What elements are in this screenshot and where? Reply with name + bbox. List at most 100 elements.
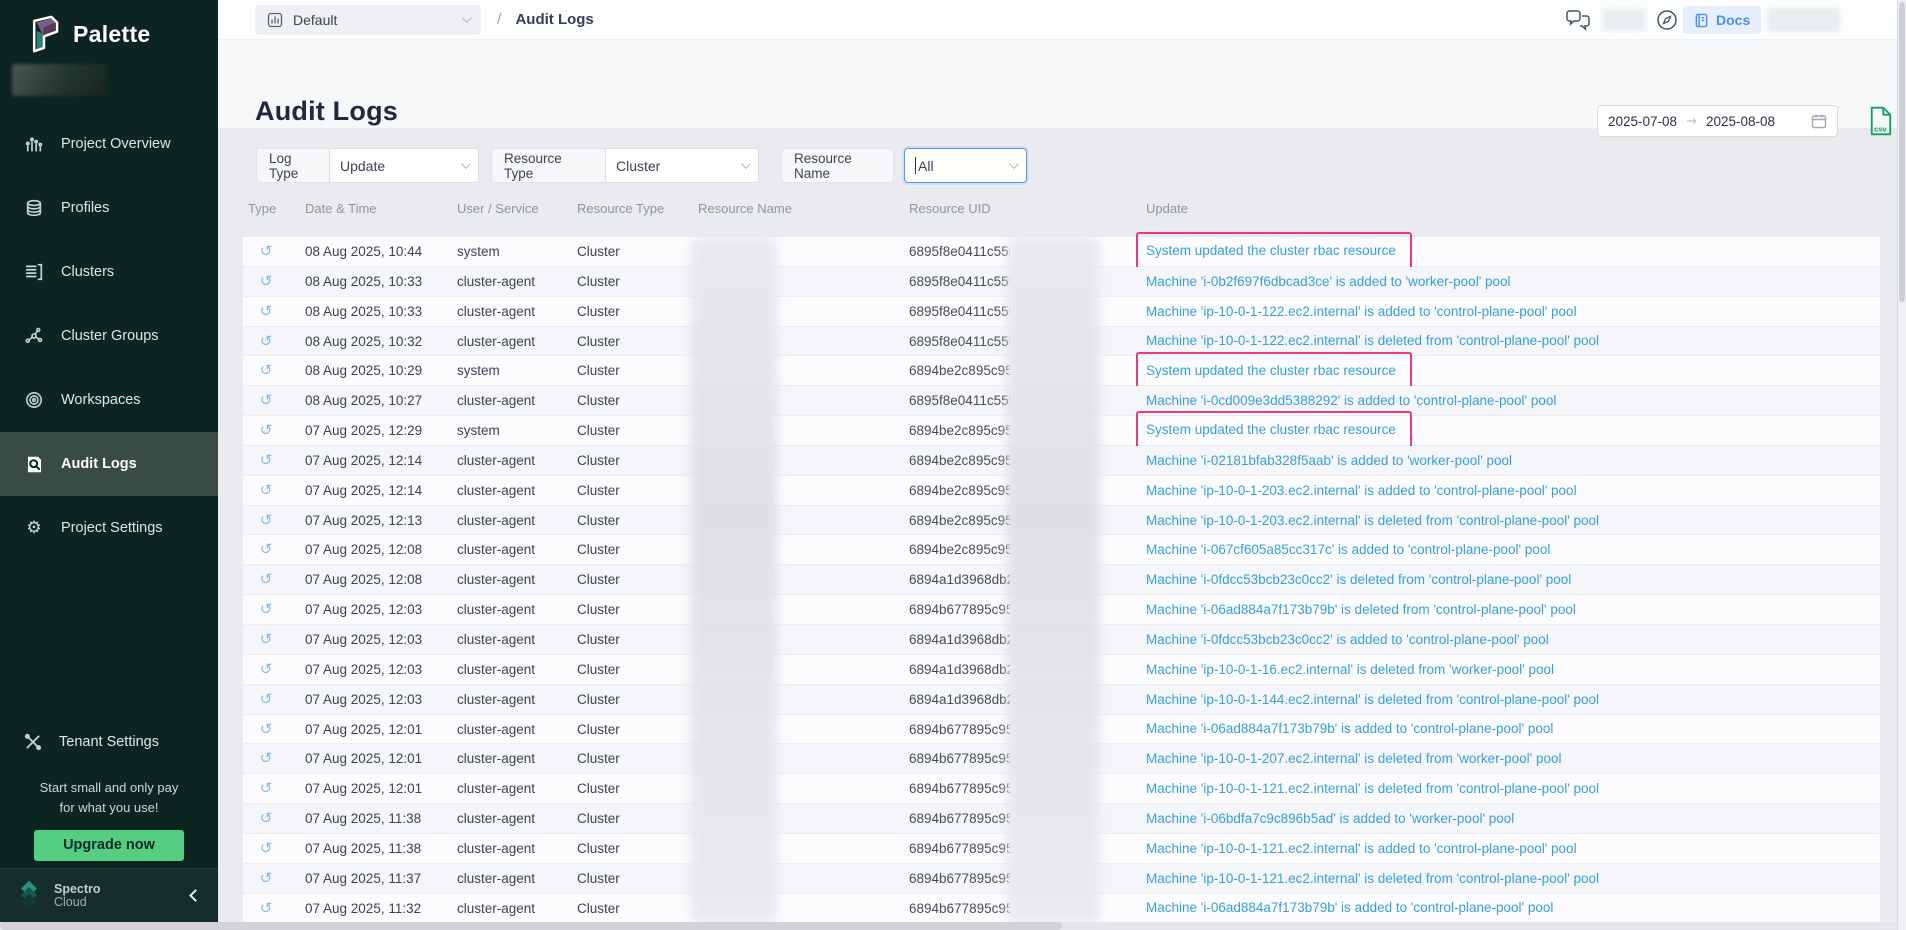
- filter-select-log-type[interactable]: Update: [329, 148, 479, 183]
- cell-user-service: cluster-agent: [457, 655, 575, 684]
- cell-datetime: 08 Aug 2025, 10:44: [305, 237, 455, 266]
- cell-resource-uid: 6894be2c895c95: [909, 506, 1010, 535]
- update-link[interactable]: Machine 'ip-10-0-1-203.ec2.internal' is …: [1146, 476, 1577, 505]
- sidebar-item-audit-logs[interactable]: Audit Logs: [0, 432, 218, 496]
- update-link[interactable]: Machine 'ip-10-0-1-16.ec2.internal' is d…: [1146, 655, 1554, 684]
- cell-user-service: cluster-agent: [457, 595, 575, 624]
- cell-resource-type: Cluster: [577, 446, 695, 475]
- cell-user-service: cluster-agent: [457, 834, 575, 863]
- main-area: Default / Audit Logs: [218, 0, 1906, 930]
- cell-resource-uid: 6894b677895c95: [909, 744, 1010, 773]
- update-link[interactable]: Machine 'i-0fdcc53bcb23c0cc2' is deleted…: [1146, 565, 1571, 594]
- sidebar-item-tenant-settings[interactable]: Tenant Settings: [0, 716, 218, 768]
- explore-button[interactable]: [1655, 0, 1679, 40]
- chat-button[interactable]: [1565, 0, 1591, 40]
- vertical-scrollbar-thumb[interactable]: [1899, 2, 1905, 302]
- cell-resource-uid: 6894be2c895c95: [909, 446, 1010, 475]
- update-link[interactable]: Machine 'i-06ad884a7f173b79b' is added t…: [1146, 714, 1553, 743]
- history-icon: ↺: [251, 774, 281, 803]
- cell-resource-type: Cluster: [577, 476, 695, 505]
- date-range-start[interactable]: 2025-07-08: [1608, 114, 1677, 129]
- sidebar-nav: Project Overview Profiles Clusters: [0, 112, 218, 560]
- sidebar-item-workspaces[interactable]: Workspaces: [0, 368, 218, 432]
- update-link[interactable]: System updated the cluster rbac resource: [1136, 411, 1412, 449]
- cell-update: Machine 'i-0b2f697f6dbcad3ce' is added t…: [1146, 267, 1880, 296]
- sidebar-item-profiles[interactable]: Profiles: [0, 176, 218, 240]
- redacted-project-selector[interactable]: [12, 64, 108, 96]
- docs-button[interactable]: Docs: [1683, 6, 1761, 34]
- cell-resource-type: Cluster: [577, 774, 695, 803]
- spectro-cloud-logo-icon: [14, 881, 44, 911]
- cell-datetime: 08 Aug 2025, 10:29: [305, 356, 455, 385]
- update-link[interactable]: Machine 'i-0fdcc53bcb23c0cc2' is added t…: [1146, 625, 1549, 654]
- update-link[interactable]: Machine 'i-0b2f697f6dbcad3ce' is added t…: [1146, 267, 1511, 296]
- history-icon: ↺: [251, 327, 281, 356]
- update-link[interactable]: Machine 'i-06ad884a7f173b79b' is deleted…: [1146, 595, 1576, 624]
- cell-resource-type: Cluster: [577, 834, 695, 863]
- history-icon: ↺: [251, 715, 281, 744]
- calendar-icon: [1811, 113, 1827, 129]
- cell-resource-uid: 6894be2c895c95: [909, 416, 1010, 445]
- update-link[interactable]: Machine 'i-067cf605a85cc317c' is added t…: [1146, 535, 1550, 564]
- date-range-end[interactable]: 2025-08-08: [1706, 114, 1775, 129]
- cell-user-service: cluster-agent: [457, 535, 575, 564]
- sidebar-item-project-settings[interactable]: ⚙ Project Settings: [0, 496, 218, 560]
- update-link[interactable]: System updated the cluster rbac resource: [1136, 232, 1412, 270]
- update-link[interactable]: Machine 'i-02181bfab328f5aab' is added t…: [1146, 446, 1512, 475]
- column-header-datetime[interactable]: Date & Time: [305, 196, 377, 222]
- update-link[interactable]: Machine 'ip-10-0-1-144.ec2.internal' is …: [1146, 685, 1599, 714]
- cell-update: Machine 'i-06ad884a7f173b79b' is added t…: [1146, 715, 1880, 744]
- cell-update: Machine 'i-06ad884a7f173b79b' is deleted…: [1146, 595, 1880, 624]
- vertical-scrollbar[interactable]: [1897, 0, 1906, 930]
- cell-resource-type: Cluster: [577, 506, 695, 535]
- update-link[interactable]: Machine 'ip-10-0-1-207.ec2.internal' is …: [1146, 744, 1562, 773]
- column-header-resource-type[interactable]: Resource Type: [577, 196, 664, 222]
- cell-user-service: cluster-agent: [457, 446, 575, 475]
- column-header-update[interactable]: Update: [1146, 196, 1188, 222]
- export-csv-button[interactable]: csv: [1868, 106, 1894, 136]
- cell-update: System updated the cluster rbac resource: [1146, 356, 1880, 385]
- sidebar-item-label: Project Settings: [61, 520, 163, 536]
- compass-icon: [1655, 8, 1679, 32]
- sidebar-item-project-overview[interactable]: Project Overview: [0, 112, 218, 176]
- horizontal-scrollbar[interactable]: [0, 922, 1897, 930]
- project-scope-select[interactable]: Default: [255, 5, 481, 35]
- update-link[interactable]: Machine 'i-06bdfa7c9c896b5ad' is added t…: [1146, 804, 1514, 833]
- filter-select-resource-type[interactable]: Cluster: [605, 148, 759, 183]
- cell-update: Machine 'ip-10-0-1-121.ec2.internal' is …: [1146, 864, 1880, 893]
- bar-chart-icon: [24, 134, 44, 154]
- update-link[interactable]: Machine 'ip-10-0-1-122.ec2.internal' is …: [1146, 297, 1577, 326]
- sidebar-item-cluster-groups[interactable]: Cluster Groups: [0, 304, 218, 368]
- update-link[interactable]: Machine 'i-06ad884a7f173b79b' is added t…: [1146, 893, 1553, 922]
- update-link[interactable]: Machine 'ip-10-0-1-121.ec2.internal' is …: [1146, 864, 1599, 893]
- column-header-type[interactable]: Type: [248, 196, 276, 222]
- sidebar-item-label: Workspaces: [61, 392, 141, 408]
- column-header-resource-uid[interactable]: Resource UID: [909, 196, 991, 222]
- update-link[interactable]: System updated the cluster rbac resource: [1136, 352, 1412, 390]
- cell-user-service: cluster-agent: [457, 715, 575, 744]
- cell-datetime: 07 Aug 2025, 12:01: [305, 744, 455, 773]
- sidebar-item-label: Cluster Groups: [61, 328, 159, 344]
- cell-resource-uid: 6894be2c895c95: [909, 476, 1010, 505]
- horizontal-scrollbar-thumb[interactable]: [0, 922, 1062, 930]
- cell-resource-uid: 6894a1d3968db2: [909, 625, 1010, 654]
- cell-user-service: cluster-agent: [457, 327, 575, 356]
- column-header-resource-name[interactable]: Resource Name: [698, 196, 792, 222]
- cell-update: Machine 'ip-10-0-1-203.ec2.internal' is …: [1146, 506, 1880, 535]
- filter-select-resource-name[interactable]: All: [904, 148, 1027, 183]
- cell-datetime: 08 Aug 2025, 10:27: [305, 386, 455, 415]
- chevron-left-icon[interactable]: [189, 889, 202, 902]
- cell-resource-type: Cluster: [577, 625, 695, 654]
- table-header: Type Date & Time User / Service Resource…: [218, 196, 1906, 222]
- date-range-picker[interactable]: 2025-07-08 → 2025-08-08: [1597, 105, 1838, 137]
- column-header-user-service[interactable]: User / Service: [457, 196, 539, 222]
- upgrade-now-button[interactable]: Upgrade now: [34, 830, 184, 861]
- brand-logo[interactable]: Palette: [26, 14, 151, 54]
- update-link[interactable]: Machine 'ip-10-0-1-121.ec2.internal' is …: [1146, 834, 1577, 863]
- cell-resource-uid: 6894a1d3968db2: [909, 685, 1010, 714]
- sidebar-item-clusters[interactable]: Clusters: [0, 240, 218, 304]
- sidebar-footer: Spectro Cloud: [0, 868, 218, 922]
- update-link[interactable]: Machine 'ip-10-0-1-121.ec2.internal' is …: [1146, 774, 1599, 803]
- upgrade-promo: Start small and only pay for what you us…: [0, 778, 218, 861]
- update-link[interactable]: Machine 'ip-10-0-1-203.ec2.internal' is …: [1146, 506, 1599, 535]
